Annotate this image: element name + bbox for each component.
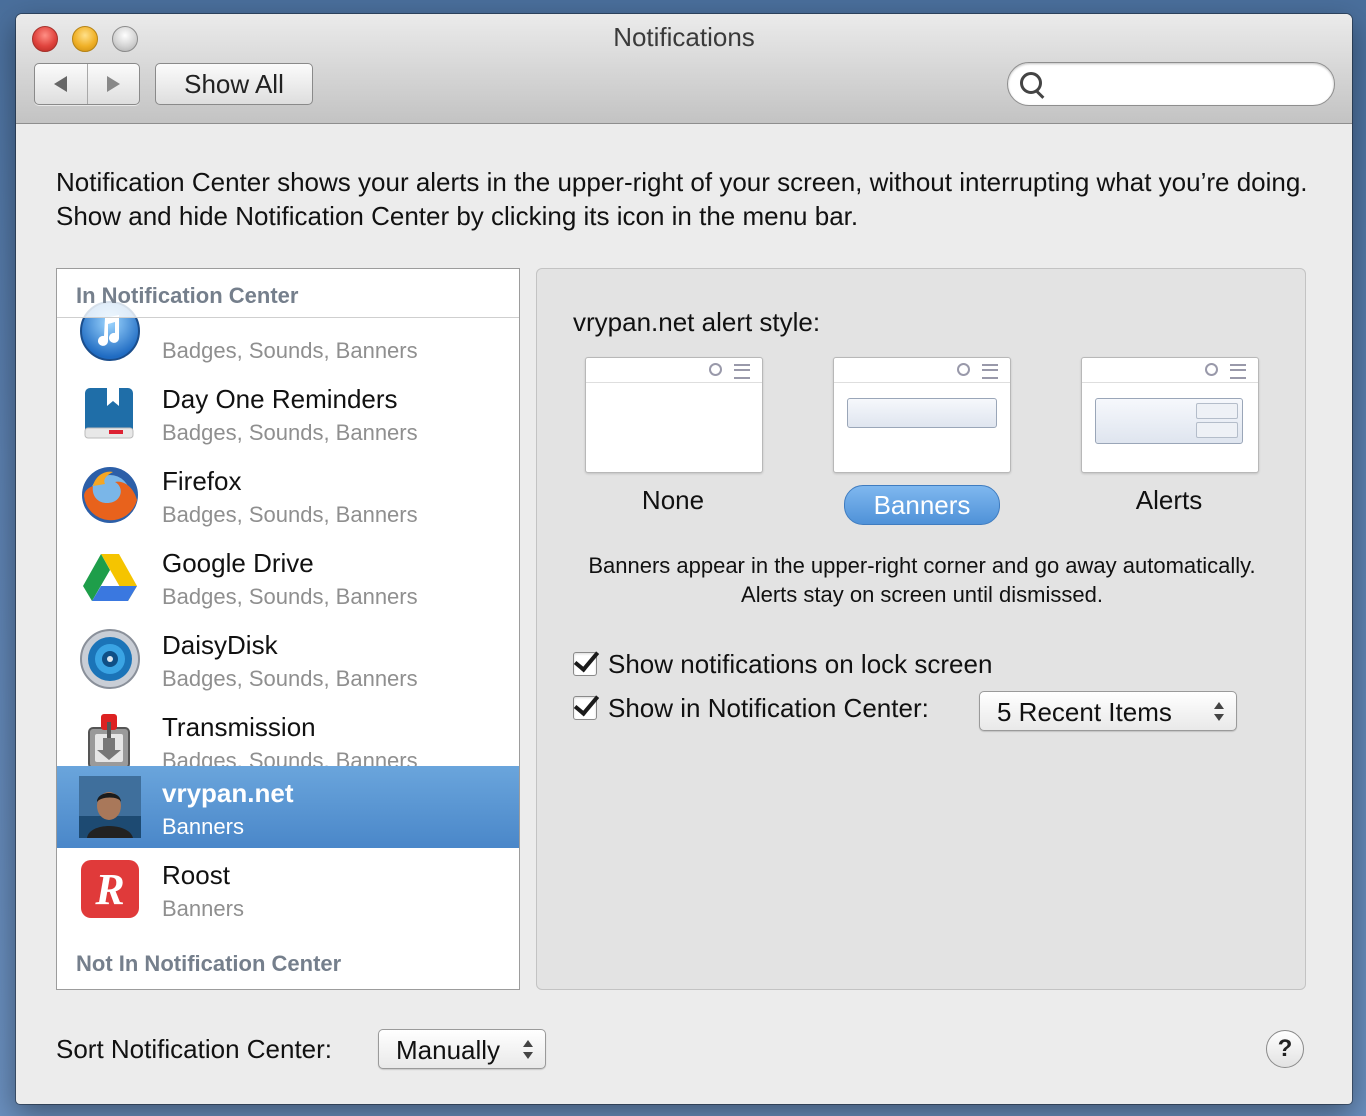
show-in-nc-checkbox[interactable] <box>573 689 600 720</box>
recent-items-value: 5 Recent Items <box>997 697 1172 727</box>
list-item-roost[interactable]: R Roost Banners <box>57 848 519 930</box>
mini-list-icon <box>1230 364 1246 379</box>
app-name: Google Drive <box>162 548 314 578</box>
back-button[interactable] <box>35 64 87 104</box>
list-item-firefox[interactable]: Firefox Badges, Sounds, Banners <box>57 454 519 536</box>
list-item-daisydisk[interactable]: DaisyDisk Badges, Sounds, Banners <box>57 618 519 700</box>
intro-text: Notification Center shows your alerts in… <box>56 167 1308 231</box>
sort-label: Sort Notification Center: <box>56 1034 333 1064</box>
firefox-icon <box>82 467 138 523</box>
checkmark-icon <box>573 689 600 717</box>
mini-search-icon <box>1205 363 1218 376</box>
style-none-preview[interactable] <box>585 357 763 473</box>
mini-search-icon <box>957 363 970 376</box>
app-alert-summary: Badges, Sounds, Banners <box>162 420 418 445</box>
forward-arrow-icon <box>106 76 120 92</box>
style-description: Banners appear in the upper-right corner… <box>588 553 1256 607</box>
forward-button[interactable] <box>86 64 140 104</box>
back-arrow-icon <box>54 76 68 92</box>
app-list[interactable]: In Notification Center iTunes Badges, So… <box>56 268 520 990</box>
show-in-nc-label[interactable]: Show in Notification Center: <box>608 693 929 724</box>
section-header-not-in: Not In Notification Center <box>76 951 342 976</box>
show-all-button[interactable]: Show All <box>155 63 313 105</box>
app-name: Day One Reminders <box>162 384 398 414</box>
section-header-in: In Notification Center <box>57 269 519 318</box>
banner-preview-shape <box>847 398 997 428</box>
app-name: vrypan.net <box>162 778 294 808</box>
alert-style-label: vrypan.net alert style: <box>573 307 821 337</box>
alert-preview-shape <box>1095 398 1243 444</box>
mini-list-icon <box>982 364 998 379</box>
popup-arrows-icon <box>1214 702 1224 722</box>
recent-items-popup[interactable]: 5 Recent Items <box>979 691 1237 731</box>
style-alerts-preview[interactable] <box>1081 357 1259 473</box>
section-header-in-label: In Notification Center <box>76 283 299 308</box>
titlebar: Notifications Show All <box>16 14 1352 124</box>
list-item-google-drive[interactable]: Google Drive Badges, Sounds, Banners <box>57 536 519 618</box>
daisydisk-icon <box>80 629 140 689</box>
mini-list-icon <box>734 364 750 379</box>
app-name: Firefox <box>162 466 242 496</box>
back-forward-control <box>34 63 140 105</box>
app-alert-summary: Badges, Sounds, Banners <box>162 584 418 609</box>
list-item-day-one-reminders[interactable]: Day One Reminders Badges, Sounds, Banner… <box>57 372 519 454</box>
help-button[interactable]: ? <box>1266 1030 1304 1068</box>
checkmark-icon <box>573 645 600 673</box>
svg-text:R: R <box>94 865 124 914</box>
preview-menubar <box>586 358 762 383</box>
app-alert-summary: Badges, Sounds, Banners <box>162 502 418 527</box>
style-none-label[interactable]: None <box>585 485 761 516</box>
app-alert-summary: Badges, Sounds, Banners <box>162 338 418 363</box>
preview-menubar <box>1082 358 1258 383</box>
detail-panel: vrypan.net alert style: None Banners Ale… <box>536 268 1306 990</box>
lock-screen-label[interactable]: Show notifications on lock screen <box>608 649 992 680</box>
style-banners-preview[interactable] <box>833 357 1011 473</box>
sort-value: Manually <box>396 1035 501 1065</box>
preview-menubar <box>834 358 1010 383</box>
style-banners-label[interactable]: Banners <box>844 485 1000 525</box>
app-name: Roost <box>162 860 230 890</box>
app-alert-summary: Banners <box>162 896 244 921</box>
google-drive-icon <box>83 554 137 601</box>
search-icon <box>1020 72 1042 94</box>
style-alerts-label[interactable]: Alerts <box>1081 485 1257 516</box>
list-item-vrypan-net[interactable]: vrypan.net Banners <box>57 766 519 848</box>
app-alert-summary: Banners <box>162 814 244 839</box>
roost-icon: R <box>81 860 139 918</box>
day-one-icon <box>84 388 134 439</box>
app-alert-summary: Badges, Sounds, Banners <box>162 666 418 691</box>
app-name: Transmission <box>162 712 316 742</box>
lock-screen-checkbox[interactable] <box>573 645 600 676</box>
preferences-window: Notifications Show All Notification Cent… <box>16 14 1352 1104</box>
sort-popup[interactable]: Manually <box>378 1029 546 1069</box>
avatar-photo-icon <box>79 776 141 838</box>
app-name: DaisyDisk <box>162 630 278 660</box>
search-field[interactable] <box>1007 62 1335 106</box>
mini-search-icon <box>709 363 722 376</box>
search-input[interactable] <box>1050 67 1324 101</box>
popup-arrows-icon <box>523 1040 533 1060</box>
transmission-icon <box>88 714 130 769</box>
window-title: Notifications <box>613 22 755 52</box>
